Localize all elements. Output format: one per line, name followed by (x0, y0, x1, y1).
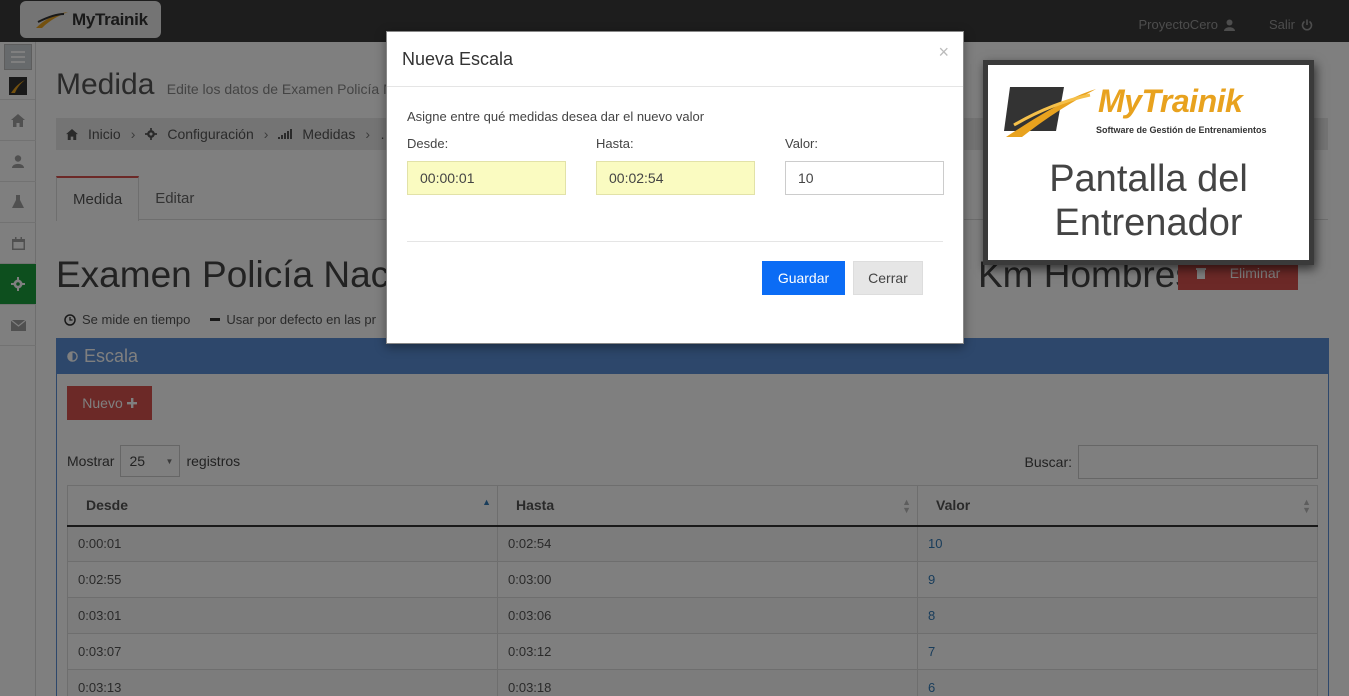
badge-tagline: Software de Gestión de Entrenamientos (1096, 125, 1267, 135)
badge-brand: MyTrainik (1098, 83, 1243, 119)
hasta-label: Hasta: (596, 136, 634, 151)
modal-body: Asigne entre qué medidas desea dar el nu… (387, 87, 963, 242)
hasta-field-group: Hasta: 00:02:54 (596, 136, 755, 195)
desde-input[interactable]: 00:00:01 (407, 161, 566, 195)
scale-fields: Desde: 00:00:01 Hasta: 00:02:54 Valor: 1… (407, 136, 944, 195)
modal-title: Nueva Escala (402, 48, 514, 69)
valor-input[interactable]: 10 (785, 161, 944, 195)
close-icon[interactable]: × (938, 42, 949, 63)
modal-header: Nueva Escala × (387, 32, 963, 87)
modal-footer: Guardar Cerrar (387, 242, 963, 295)
modal-description: Asigne entre qué medidas desea dar el nu… (407, 109, 705, 124)
promo-badge: MyTrainik Software de Gestión de Entrena… (983, 60, 1314, 265)
hasta-input[interactable]: 00:02:54 (596, 161, 755, 195)
new-scale-modal: Nueva Escala × Asigne entre qué medidas … (386, 31, 964, 344)
valor-label: Valor: (785, 136, 818, 151)
modal-divider (407, 241, 943, 242)
badge-caption: Pantalla del Entrenador (988, 157, 1309, 245)
badge-caption-line1: Pantalla del (1049, 158, 1248, 200)
desde-label: Desde: (407, 136, 449, 151)
valor-field-group: Valor: 10 (785, 136, 944, 195)
save-button[interactable]: Guardar (762, 261, 845, 295)
badge-caption-line2: Entrenador (1054, 202, 1243, 244)
desde-field-group: Desde: 00:00:01 (407, 136, 566, 195)
close-button[interactable]: Cerrar (853, 261, 923, 295)
